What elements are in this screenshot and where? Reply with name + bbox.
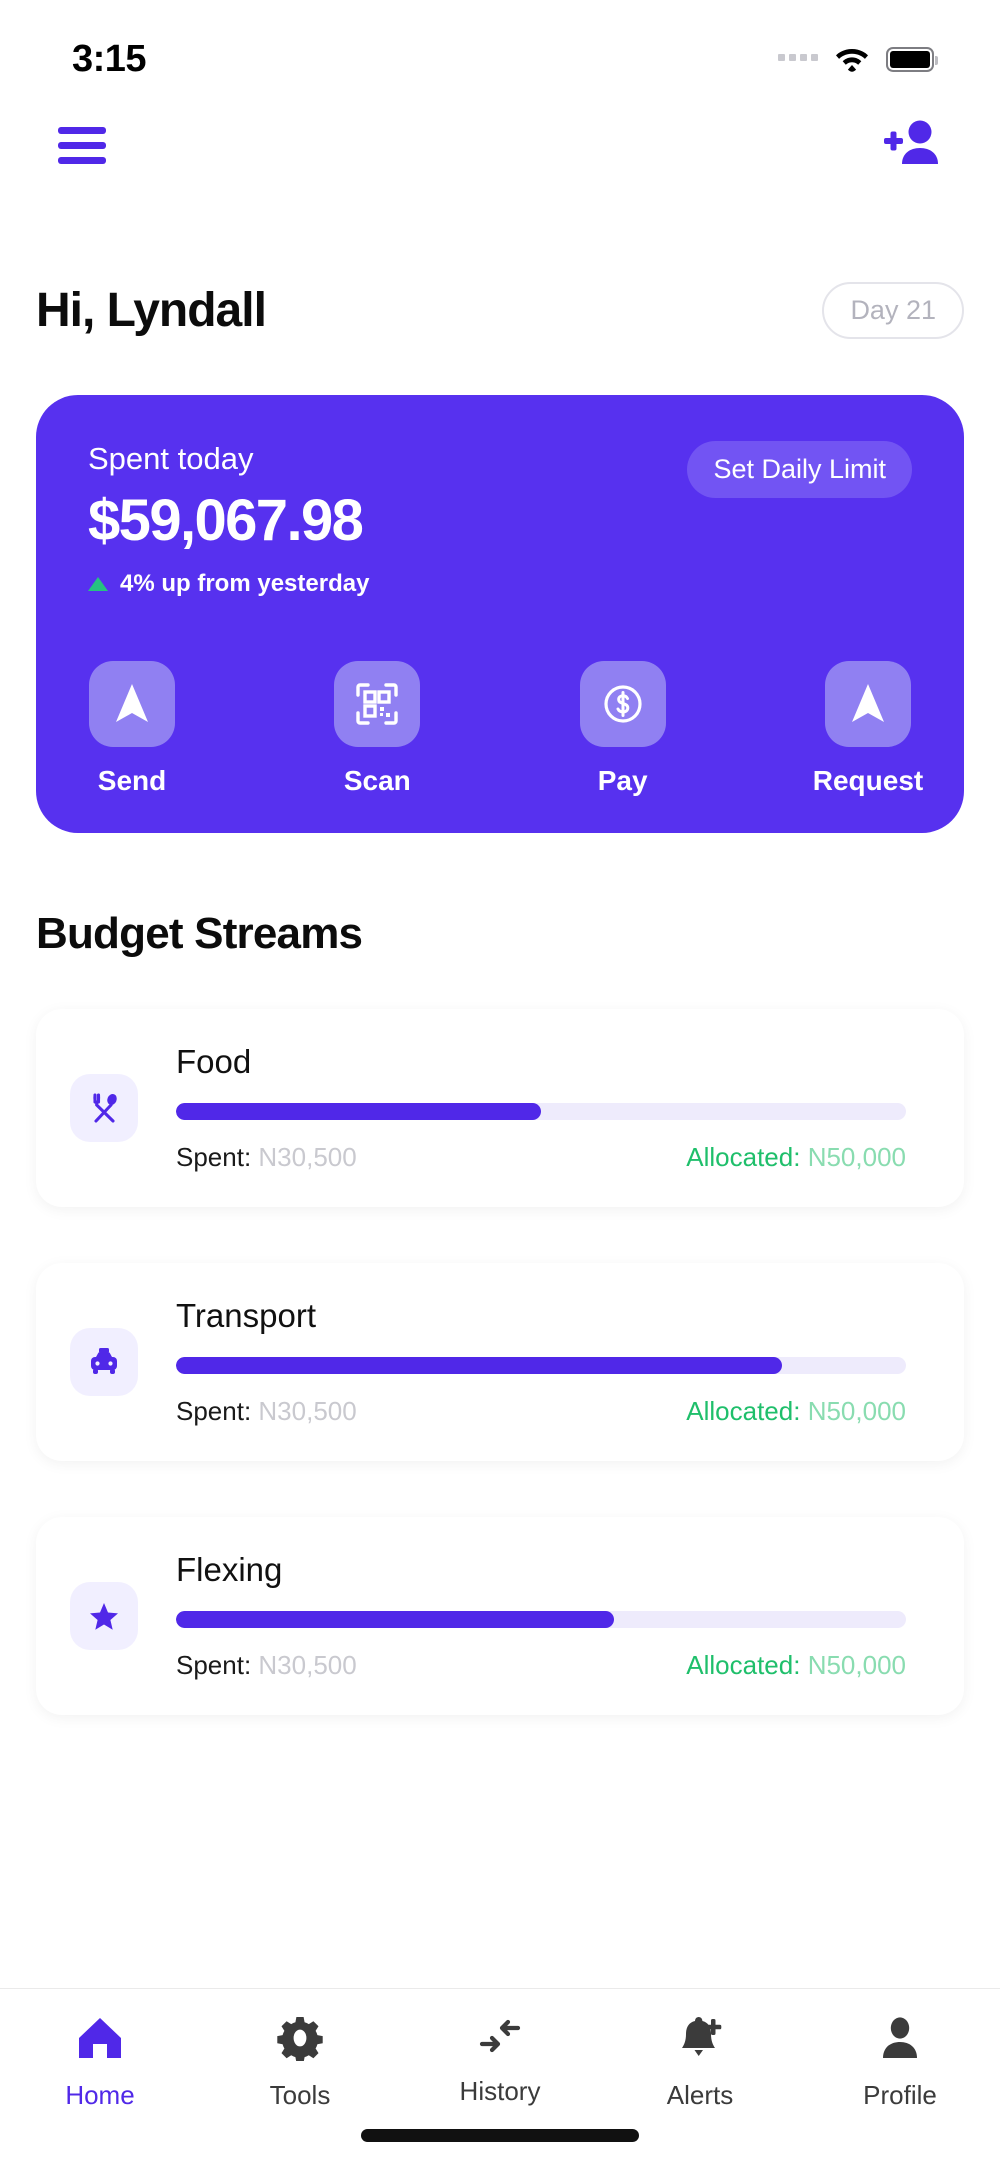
- gear-icon: [277, 2015, 323, 2066]
- app-bar: [0, 100, 1000, 190]
- delta-row: 4% up from yesterday: [88, 570, 369, 598]
- stream-name: Food: [176, 1043, 252, 1080]
- home-icon: [76, 2015, 124, 2066]
- allocated-value: N50,000: [807, 1650, 906, 1680]
- greeting-row: Hi, Lyndall Day 21: [0, 282, 1000, 339]
- balance-card: Spent today $59,067.98 4% up from yester…: [36, 395, 964, 833]
- allocated-label: Allocated:: [686, 1396, 801, 1426]
- action-send-label: Send: [97, 765, 167, 796]
- action-request[interactable]: Request: [813, 661, 923, 797]
- hamburger-menu-icon[interactable]: [58, 126, 106, 164]
- progress-bar: [176, 1103, 906, 1120]
- budget-streams-title: Budget Streams: [36, 909, 363, 958]
- action-scan-label: Scan: [343, 765, 411, 796]
- balance-card-header: Spent today $59,067.98 4% up from yester…: [88, 441, 912, 598]
- progress-bar: [176, 1357, 906, 1374]
- navigation-arrow-icon: [89, 661, 175, 747]
- add-person-icon[interactable]: [882, 118, 942, 173]
- nav-item-alerts[interactable]: Alerts: [600, 2015, 800, 2111]
- trend-up-icon: [88, 577, 108, 591]
- nav-label-home: Home: [65, 2080, 135, 2110]
- allocated-group: Allocated: N50,000: [686, 1142, 906, 1173]
- allocated-group: Allocated: N50,000: [686, 1396, 906, 1427]
- nav-label-tools: Tools: [269, 2080, 331, 2110]
- nav-item-tools[interactable]: Tools: [200, 2015, 400, 2111]
- spent-value: N30,500: [258, 1396, 357, 1426]
- spent-label: Spent:: [176, 1650, 252, 1680]
- navigation-arrow-icon: [824, 661, 911, 747]
- spent-group: Spent: N30,500: [176, 1396, 357, 1427]
- dollar-circle-icon: [579, 661, 666, 747]
- stream-meta: Spent: N30,500 Allocated: N50,000: [176, 1650, 906, 1681]
- quick-actions-row: Send Scan Pay Request: [88, 661, 923, 797]
- stream-name: Flexing: [176, 1551, 283, 1588]
- delta-text: 4% up from yesterday: [120, 570, 370, 597]
- nav-item-profile[interactable]: Profile: [800, 2015, 1000, 2111]
- allocated-label: Allocated:: [686, 1650, 801, 1680]
- wifi-icon: [835, 46, 869, 72]
- action-send[interactable]: Send: [88, 661, 176, 797]
- budget-streams-list: Food Spent: N30,500 Allocated: N50,000 T…: [0, 1009, 1000, 1715]
- progress-fill: [176, 1611, 614, 1628]
- allocated-value: N50,000: [807, 1142, 906, 1172]
- stream-name: Transport: [176, 1297, 316, 1334]
- allocated-value: N50,000: [807, 1396, 906, 1426]
- action-request-label: Request: [812, 765, 924, 796]
- status-indicators: [778, 46, 938, 72]
- spent-group: Spent: N30,500: [176, 1142, 357, 1173]
- allocated-label: Allocated:: [686, 1142, 801, 1172]
- allocated-group: Allocated: N50,000: [686, 1650, 906, 1681]
- balance-summary: Spent today $59,067.98 4% up from yester…: [88, 441, 369, 598]
- action-pay-label: Pay: [597, 765, 648, 796]
- progress-bar: [176, 1611, 906, 1628]
- transfer-arrows-icon: [474, 2015, 526, 2062]
- list-item[interactable]: Transport Spent: N30,500 Allocated: N50,…: [36, 1263, 964, 1461]
- action-pay[interactable]: Pay: [579, 661, 667, 797]
- day-badge[interactable]: Day 21: [822, 282, 964, 339]
- set-daily-limit-button[interactable]: Set Daily Limit: [687, 441, 912, 498]
- nav-label-history: History: [459, 2076, 541, 2106]
- status-time: 3:15: [72, 37, 147, 80]
- star-icon: [70, 1582, 138, 1650]
- spent-value: N30,500: [258, 1650, 357, 1680]
- page-title: Hi, Lyndall: [36, 284, 267, 337]
- spent-value: N30,500: [258, 1142, 357, 1172]
- status-bar: 3:15: [0, 0, 1000, 100]
- stream-meta: Spent: N30,500 Allocated: N50,000: [176, 1396, 906, 1427]
- home-indicator: [361, 2129, 639, 2142]
- battery-full-icon: [886, 46, 938, 72]
- progress-fill: [176, 1357, 782, 1374]
- spent-group: Spent: N30,500: [176, 1650, 357, 1681]
- stream-body: Food Spent: N30,500 Allocated: N50,000: [176, 1043, 906, 1173]
- nav-item-history[interactable]: History: [400, 2015, 600, 2107]
- stream-meta: Spent: N30,500 Allocated: N50,000: [176, 1142, 906, 1173]
- signal-dots-icon: [778, 54, 818, 64]
- spent-label: Spent:: [176, 1396, 252, 1426]
- stream-body: Transport Spent: N30,500 Allocated: N50,…: [176, 1297, 906, 1427]
- list-item[interactable]: Flexing Spent: N30,500 Allocated: N50,00…: [36, 1517, 964, 1715]
- person-icon: [879, 2015, 921, 2066]
- fork-spoon-icon: [70, 1074, 138, 1142]
- spent-amount: $59,067.98: [88, 488, 364, 553]
- app-screen: 3:15 Hi, Lyndall Day 21 Spent today $59,…: [0, 0, 1000, 2164]
- progress-fill: [176, 1103, 541, 1120]
- spent-label: Spent:: [176, 1142, 252, 1172]
- nav-label-profile: Profile: [863, 2080, 937, 2110]
- stream-body: Flexing Spent: N30,500 Allocated: N50,00…: [176, 1551, 906, 1681]
- qr-code-icon: [334, 661, 421, 747]
- action-scan[interactable]: Scan: [333, 661, 421, 797]
- bell-plus-icon: [675, 2015, 725, 2066]
- taxi-icon: [70, 1328, 138, 1396]
- nav-label-alerts: Alerts: [666, 2080, 734, 2110]
- list-item[interactable]: Food Spent: N30,500 Allocated: N50,000: [36, 1009, 964, 1207]
- spent-today-label: Spent today: [88, 441, 254, 476]
- nav-item-home[interactable]: Home: [0, 2015, 200, 2111]
